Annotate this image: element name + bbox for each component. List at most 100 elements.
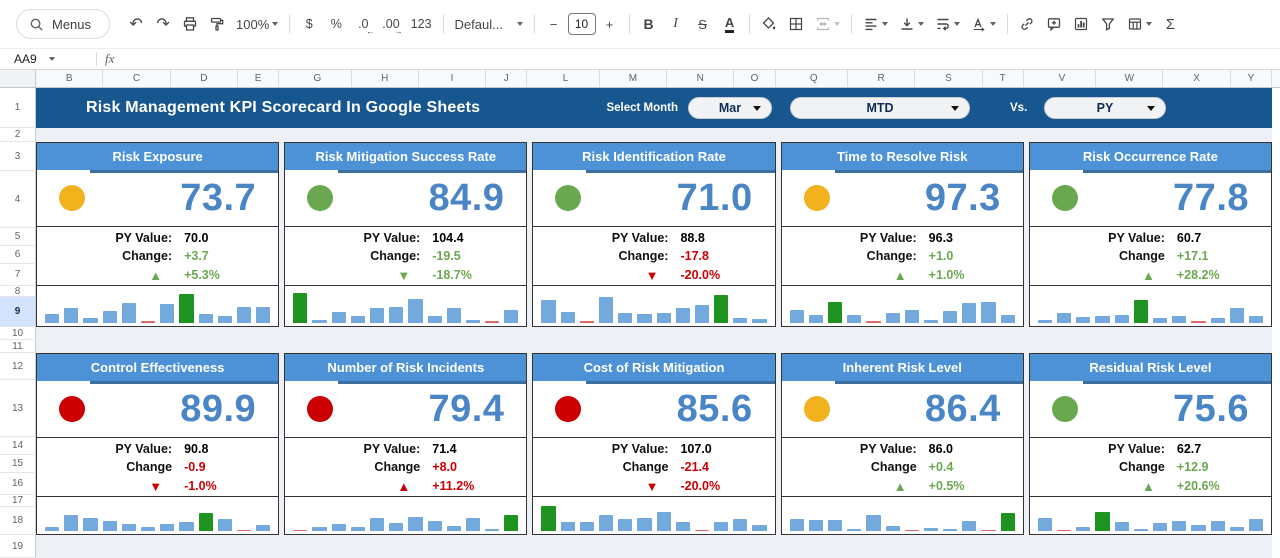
row-header-2[interactable]: 2 (0, 128, 36, 142)
column-header-R[interactable]: R (848, 70, 916, 87)
column-header-E[interactable]: E (238, 70, 280, 87)
row-header-9[interactable]: 9 (0, 297, 36, 327)
increase-decimals-button[interactable]: .00 → (377, 11, 404, 37)
row-header-8[interactable]: 8 (0, 286, 36, 297)
column-header-T[interactable]: T (983, 70, 1024, 87)
text-wrap-button[interactable] (930, 11, 965, 37)
text-color-button[interactable]: A (717, 11, 743, 37)
insert-comment-button[interactable] (1041, 11, 1067, 37)
text-rotation-button[interactable] (966, 11, 1001, 37)
table-view-icon (1128, 18, 1141, 30)
menus-button[interactable]: Menus (16, 9, 111, 39)
spark-bar (198, 513, 213, 531)
row-header-4[interactable]: 4 (0, 171, 36, 228)
kpi-value: 77.8 (1173, 176, 1250, 219)
column-header-X[interactable]: X (1163, 70, 1231, 87)
column-header-S[interactable]: S (915, 70, 983, 87)
spacer-row (36, 535, 1272, 558)
table-views-button[interactable] (1122, 11, 1157, 37)
row-header-10[interactable]: 10 (0, 327, 36, 340)
chevron-down-icon (516, 22, 523, 26)
print-button[interactable] (177, 11, 203, 37)
italic-button[interactable]: I (663, 11, 689, 37)
merge-cells-button[interactable] (810, 11, 845, 37)
horizontal-align-button[interactable] (858, 11, 893, 37)
row-header-7[interactable]: 7 (0, 264, 36, 286)
row-header-17[interactable]: 17 (0, 495, 36, 507)
py-value: 107.0 (680, 442, 712, 456)
column-header-H[interactable]: H (352, 70, 419, 87)
more-formats-button[interactable]: 123 (406, 11, 437, 37)
kpi-value: 73.7 (180, 176, 257, 219)
spark-bar (1076, 317, 1091, 323)
formula-bar: AA9 fx (0, 48, 1280, 70)
spark-bar (598, 296, 614, 323)
paint-format-button[interactable] (204, 11, 230, 37)
column-header-Y[interactable]: Y (1231, 70, 1272, 87)
column-headers: BCDEGHIJLMNOQRSTVWXY (0, 70, 1280, 88)
row-header-14[interactable]: 14 (0, 437, 36, 455)
format-currency-button[interactable]: $ (296, 11, 322, 37)
kpi-stats-section: PY Value: 62.7 Change +12.9 ▲ +20.6% (1029, 437, 1272, 497)
column-header-J[interactable]: J (486, 70, 528, 87)
row-header-1[interactable]: 1 (0, 88, 36, 128)
row-header-6[interactable]: 6 (0, 246, 36, 264)
column-header-N[interactable]: N (667, 70, 735, 87)
spark-bar (618, 519, 633, 531)
month-dropdown[interactable]: Mar (688, 97, 772, 119)
decrease-decimals-button[interactable]: .0 ← (350, 11, 376, 37)
column-header-V[interactable]: V (1029, 70, 1097, 87)
increase-font-size-button[interactable]: + (597, 11, 623, 37)
column-header-M[interactable]: M (600, 70, 668, 87)
select-all-corner[interactable] (0, 70, 36, 87)
create-filter-button[interactable] (1095, 11, 1121, 37)
trend-triangle-icon: ▲ (893, 478, 907, 494)
formula-bar-divider (96, 52, 97, 66)
row-header-19[interactable]: 19 (0, 535, 36, 558)
column-header-D[interactable]: D (171, 70, 238, 87)
py-row: PY Value: 107.0 (533, 440, 774, 458)
compare-dropdown[interactable]: PY (1044, 97, 1166, 119)
column-header-Q[interactable]: Q (781, 70, 848, 87)
row-header-16[interactable]: 16 (0, 473, 36, 495)
vertical-align-button[interactable] (894, 11, 929, 37)
fill-color-button[interactable] (756, 11, 782, 37)
redo-button[interactable]: ↷ (150, 11, 176, 37)
row-header-18[interactable]: 18 (0, 507, 36, 535)
row-header-5[interactable]: 5 (0, 228, 36, 246)
column-header-G[interactable]: G (284, 70, 352, 87)
kpi-value-section: 71.0 (533, 170, 774, 226)
undo-button[interactable]: ↶ (123, 11, 149, 37)
zoom-select[interactable]: 100% (231, 11, 283, 37)
decrease-font-size-button[interactable]: − (541, 11, 567, 37)
column-header-O[interactable]: O (734, 70, 776, 87)
column-header-I[interactable]: I (419, 70, 487, 87)
strikethrough-button[interactable]: S (690, 11, 716, 37)
font-size-input[interactable]: 10 (567, 13, 596, 35)
period-dropdown[interactable]: MTD (790, 97, 970, 119)
column-header-L[interactable]: L (532, 70, 600, 87)
column-header-W[interactable]: W (1096, 70, 1164, 87)
borders-button[interactable] (783, 11, 809, 37)
row-header-3[interactable]: 3 (0, 142, 36, 171)
dashboard-title-bar: Risk Management KPI Scorecard In Google … (36, 88, 1272, 128)
fx-icon: fx (105, 51, 115, 66)
spark-bar (1057, 313, 1072, 323)
functions-button[interactable]: Σ (1158, 11, 1184, 37)
font-select[interactable]: Defaul... (450, 11, 528, 37)
percent-row: ▼ -20.0% (533, 476, 774, 496)
row-header-13[interactable]: 13 (0, 380, 36, 437)
insert-chart-button[interactable] (1068, 11, 1094, 37)
row-header-12[interactable]: 12 (0, 353, 36, 380)
spark-bar (694, 304, 710, 323)
row-header-11[interactable]: 11 (0, 340, 36, 353)
name-box[interactable]: AA9 (0, 52, 88, 66)
column-header-B[interactable]: B (36, 70, 104, 87)
column-header-C[interactable]: C (103, 70, 171, 87)
row-header-15[interactable]: 15 (0, 455, 36, 473)
format-percent-button[interactable]: % (323, 11, 349, 37)
insert-link-button[interactable] (1014, 11, 1040, 37)
bold-button[interactable]: B (636, 11, 662, 37)
spark-bar (866, 321, 881, 323)
spark-bar (1191, 321, 1206, 323)
